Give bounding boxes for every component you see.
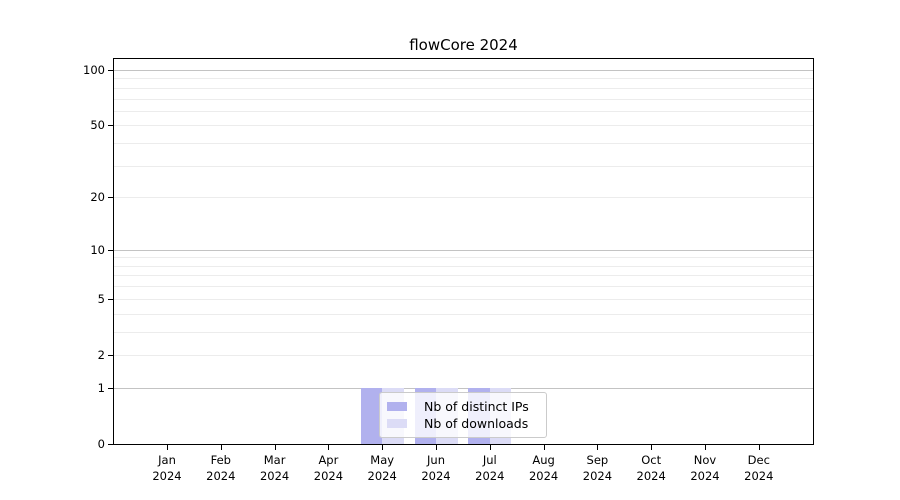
gridline-minor	[114, 286, 813, 287]
x-tick-mark	[597, 444, 598, 450]
y-tick-mark	[108, 197, 114, 198]
gridline-minor	[114, 355, 813, 356]
gridline-minor	[114, 299, 813, 300]
y-tick-label: 100	[57, 62, 105, 78]
y-tick-label: 20	[57, 189, 105, 205]
gridline-minor	[114, 99, 813, 100]
x-tick-label: Sep 2024	[567, 452, 627, 484]
gridline-minor	[114, 111, 813, 112]
plot-area: flowCore 2024 Nb of distinct IPs Nb of d…	[113, 58, 814, 445]
x-tick-mark	[275, 444, 276, 450]
x-tick-label: Aug 2024	[514, 452, 574, 484]
y-tick-label: 1	[57, 380, 105, 396]
legend-swatch-distinct-ips-icon	[387, 402, 407, 411]
gridline-major	[114, 250, 813, 251]
x-tick-label: Feb 2024	[191, 452, 251, 484]
x-tick-label: Jul 2024	[460, 452, 520, 484]
y-tick-label: 0	[57, 436, 105, 452]
gridline-minor	[114, 88, 813, 89]
y-tick-mark	[108, 250, 114, 251]
legend-swatch-downloads-icon	[387, 419, 407, 428]
y-tick-mark	[108, 299, 114, 300]
gridline-minor	[114, 266, 813, 267]
legend-label-distinct-ips: Nb of distinct IPs	[424, 399, 529, 415]
y-tick-mark	[108, 444, 114, 445]
gridline-major	[114, 388, 813, 389]
gridline-minor	[114, 332, 813, 333]
x-tick-label: Jun 2024	[406, 452, 466, 484]
chart-title: flowCore 2024	[114, 36, 813, 54]
legend-label-downloads: Nb of downloads	[424, 416, 528, 432]
y-tick-label: 2	[57, 347, 105, 363]
x-tick-label: Jan 2024	[137, 452, 197, 484]
x-tick-mark	[759, 444, 760, 450]
x-tick-mark	[221, 444, 222, 450]
x-tick-label: May 2024	[352, 452, 412, 484]
gridline-minor	[114, 275, 813, 276]
y-tick-label: 10	[57, 242, 105, 258]
x-tick-mark	[651, 444, 652, 450]
gridline-minor	[114, 314, 813, 315]
legend-item-downloads: Nb of downloads	[387, 415, 546, 432]
x-tick-mark	[705, 444, 706, 450]
x-tick-mark	[490, 444, 491, 450]
gridline-minor	[114, 257, 813, 258]
x-tick-label: Nov 2024	[675, 452, 735, 484]
y-tick-mark	[108, 125, 114, 126]
x-tick-mark	[328, 444, 329, 450]
gridline-minor	[114, 125, 813, 126]
y-tick-label: 5	[57, 291, 105, 307]
y-tick-mark	[108, 388, 114, 389]
gridline-minor	[114, 78, 813, 79]
x-tick-mark	[544, 444, 545, 450]
x-tick-label: Dec 2024	[729, 452, 789, 484]
gridline-minor	[114, 143, 813, 144]
x-tick-label: Oct 2024	[621, 452, 681, 484]
x-tick-mark	[382, 444, 383, 450]
legend: Nb of distinct IPs Nb of downloads	[379, 392, 547, 438]
x-tick-label: Apr 2024	[298, 452, 358, 484]
y-tick-label: 50	[57, 117, 105, 133]
x-tick-mark	[167, 444, 168, 450]
figure: flowCore 2024 Nb of distinct IPs Nb of d…	[0, 0, 900, 500]
gridline-major	[114, 70, 813, 71]
gridline-minor	[114, 197, 813, 198]
legend-item-distinct-ips: Nb of distinct IPs	[387, 398, 546, 415]
y-tick-mark	[108, 70, 114, 71]
gridline-minor	[114, 166, 813, 167]
x-tick-label: Mar 2024	[245, 452, 305, 484]
x-tick-mark	[436, 444, 437, 450]
y-tick-mark	[108, 355, 114, 356]
